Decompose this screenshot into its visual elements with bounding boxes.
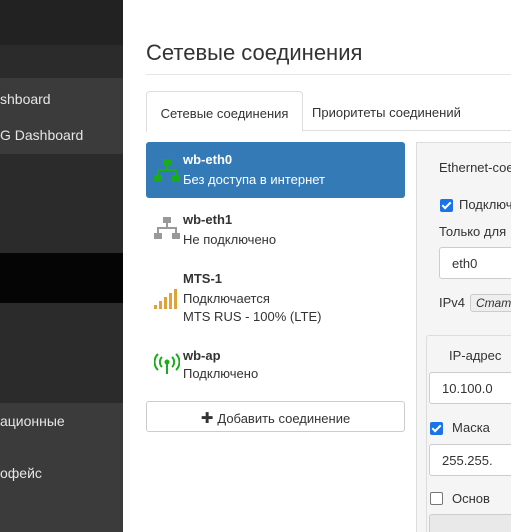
sidebar-item-mqtt-dashboard[interactable]: G Dashboard bbox=[0, 127, 83, 143]
connection-item-wb-eth0[interactable]: wb-eth0 Без доступа в интернет bbox=[146, 142, 405, 198]
ip-address-field[interactable]: 10.100.0 bbox=[429, 372, 511, 404]
ipv4-method-select[interactable]: Стат bbox=[470, 294, 511, 312]
ipv4-settings-box: IP-адрес 10.100.0 Маска 255.255. Основ bbox=[426, 335, 511, 532]
connection-status: Без доступа в интернет bbox=[183, 172, 326, 187]
plus-icon: ✚ bbox=[200, 410, 214, 427]
add-connection-button[interactable]: ✚ Добавить соединение bbox=[146, 401, 405, 432]
ethernet-icon bbox=[154, 217, 180, 239]
gateway-checkbox[interactable] bbox=[430, 492, 443, 505]
connection-detail: MTS RUS - 100% (LTE) bbox=[183, 309, 322, 324]
ethernet-icon bbox=[154, 159, 180, 181]
gateway-checkbox-label: Основ bbox=[452, 491, 490, 506]
sidebar-item-dashboard[interactable]: shboard bbox=[0, 91, 51, 107]
connection-name: MTS-1 bbox=[183, 271, 222, 286]
connection-details-panel: Ethernet-сое Подключ Только для eth0 IPv… bbox=[416, 142, 511, 532]
tab-connection-priorities[interactable]: Приоритеты соединений bbox=[312, 91, 461, 132]
mask-checkbox[interactable] bbox=[430, 422, 443, 435]
tab-bar: Сетевые соединения Приоритеты соединений bbox=[146, 91, 511, 132]
connection-status: Подключено bbox=[183, 366, 259, 381]
connect-checkbox-label: Подключ bbox=[459, 197, 511, 212]
add-connection-label: Добавить соединение bbox=[217, 411, 351, 426]
sidebar: shboard G Dashboard ационные офейс bbox=[0, 0, 123, 532]
title-divider bbox=[146, 74, 511, 75]
sidebar-active-section[interactable] bbox=[0, 253, 123, 303]
connection-item-wb-ap[interactable]: wb-ap Подключено bbox=[146, 340, 405, 388]
connection-name: wb-eth0 bbox=[183, 152, 233, 167]
mask-field[interactable]: 255.255. bbox=[429, 444, 511, 476]
connection-name: wb-eth1 bbox=[183, 212, 233, 227]
sidebar-item-interface[interactable]: офейс bbox=[0, 465, 42, 481]
sidebar-settings-group: ационные офейс bbox=[0, 403, 123, 532]
connection-item-wb-eth1[interactable]: wb-eth1 Не подключено bbox=[146, 200, 405, 256]
sidebar-dashboards-group: shboard G Dashboard bbox=[0, 78, 123, 154]
gateway-field[interactable] bbox=[429, 514, 511, 532]
page-title: Сетевые соединения bbox=[146, 40, 363, 65]
panel-heading: Ethernet-сое bbox=[439, 160, 511, 175]
sidebar-header bbox=[0, 0, 123, 45]
connect-checkbox[interactable] bbox=[440, 199, 453, 212]
connection-item-mts-1[interactable]: MTS-1 Подключается MTS RUS - 100% (LTE) bbox=[146, 262, 405, 332]
only-for-label: Только для bbox=[439, 224, 507, 239]
wifi-ap-icon bbox=[154, 353, 180, 374]
connection-name: wb-ap bbox=[183, 348, 221, 363]
main-content: Сетевые соединения Сетевые соединения Пр… bbox=[123, 0, 511, 532]
sidebar-item-config[interactable]: ационные bbox=[0, 413, 65, 429]
signal-bars-icon bbox=[154, 289, 177, 309]
mask-checkbox-label: Маска bbox=[452, 420, 490, 435]
interface-field[interactable]: eth0 bbox=[439, 247, 511, 279]
ip-address-label: IP-адрес bbox=[449, 348, 502, 363]
ipv4-label: IPv4 bbox=[439, 295, 466, 310]
connection-status: Не подключено bbox=[183, 232, 277, 247]
connection-status: Подключается bbox=[183, 291, 270, 306]
tab-network-connections[interactable]: Сетевые соединения bbox=[146, 91, 303, 132]
